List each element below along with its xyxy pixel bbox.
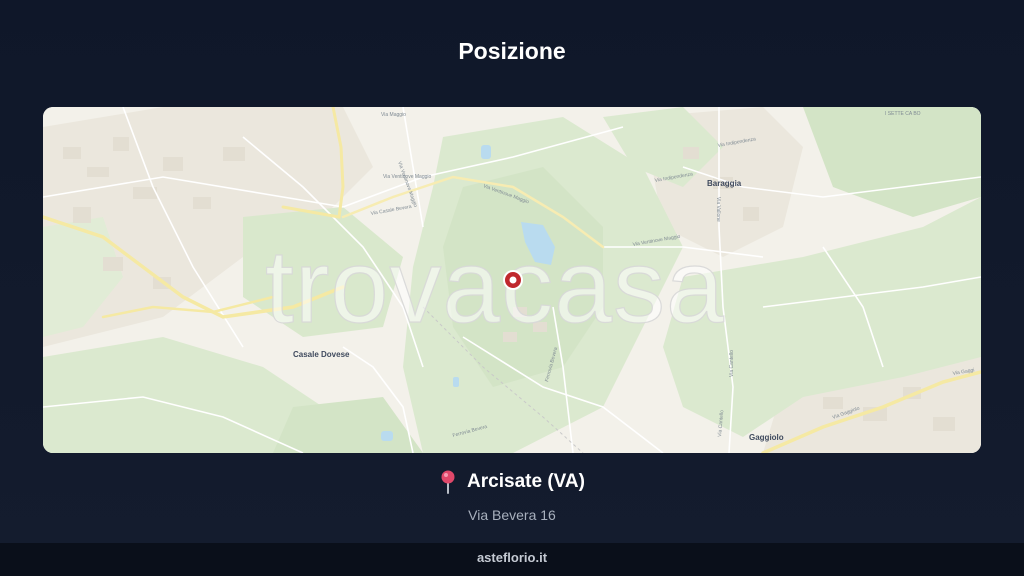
round-pushpin-icon — [439, 470, 457, 494]
page: Posizione trovacasa Via Maggio Via Venti… — [0, 0, 1024, 576]
label-via-ventinove-maggio-2: Via Ventinove Maggio — [383, 174, 431, 180]
map-canvas[interactable]: trovacasa Via Maggio Via Ventinove Maggi… — [43, 107, 981, 453]
map[interactable]: trovacasa Via Maggio Via Ventinove Maggi… — [43, 107, 981, 453]
label-via-vallone: Via Vallone — [715, 197, 721, 222]
label-gaggiolo: Gaggiolo — [749, 433, 784, 442]
label-casale-dovese: Casale Dovese — [293, 350, 350, 359]
page-title: Posizione — [458, 38, 566, 64]
location-marker[interactable] — [503, 270, 523, 290]
location-city: Arcisate (VA) — [467, 471, 585, 492]
location-line: Arcisate (VA) — [439, 470, 585, 494]
map-watermark: trovacasa — [265, 229, 725, 345]
label-corner-small: I SETTE CA BO — [885, 111, 921, 117]
label-via-maggio: Via Maggio — [381, 112, 406, 118]
footer-site[interactable]: asteflorio.it — [477, 550, 547, 565]
location-info: Arcisate (VA) Via Bevera 16 — [0, 470, 1024, 523]
label-via-cantello-1: Via Cantello — [729, 350, 735, 377]
location-address: Via Bevera 16 — [468, 507, 556, 523]
footer: asteflorio.it — [0, 543, 1024, 576]
label-baraggia: Baraggia — [707, 179, 742, 188]
